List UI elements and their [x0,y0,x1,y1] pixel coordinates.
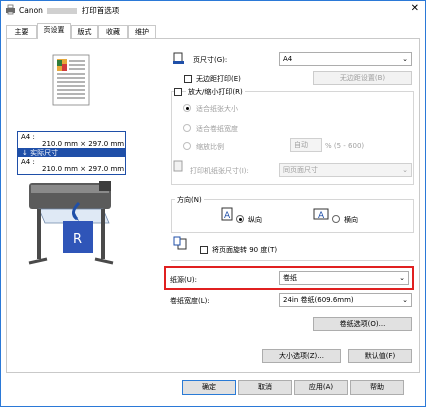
portrait-icon: A [221,207,233,221]
ratio-label: 缩放比例 [196,143,224,151]
size-line2-label: A4 : [21,158,35,166]
tab-favorites[interactable]: 收藏 [98,25,128,39]
chevron-down-icon: ⌄ [402,166,408,174]
paper-source-select[interactable]: 卷纸 ⌄ [279,271,409,285]
actual-size-label: ↓ 实际尺寸 [22,149,59,157]
rotate-checkbox[interactable] [200,246,208,254]
divider [171,260,414,261]
scale-checkbox[interactable] [174,88,182,96]
close-icon[interactable]: ✕ [411,3,419,14]
fit-roll-label: 适合卷纸宽度 [196,125,238,133]
roll-width-select[interactable]: 24in 卷纸(609.6mm) ⌄ [279,293,412,307]
tab-layout[interactable]: 版式 [71,25,98,39]
orientation-label: 方向(N) [175,195,204,205]
size-line1-label: A4 : [21,133,35,141]
window-title: Canon 打印首选项 [19,5,119,16]
title-redacted [47,8,78,14]
borderless-label: 无边距打印(E) [196,75,241,83]
size-line2-value: 210.0 mm × 297.0 mm [42,165,125,173]
landscape-radio[interactable] [332,215,340,223]
printer-illustration: R [17,177,126,273]
large-format-printer-icon: R [28,181,114,265]
svg-text:A: A [318,211,325,220]
fit-paper-label: 适合纸张大小 [196,105,238,113]
chevron-down-icon: ⌄ [402,55,408,63]
ratio-value: 自动 [294,141,308,149]
actual-size-bar: ↓ 实际尺寸 [18,148,125,157]
page-size-value: A4 [283,55,293,63]
printer-paper-value: 同页面尺寸 [283,166,318,174]
title-bar: Canon 打印首选项 ✕ [1,1,425,19]
page-size-icon [173,52,184,64]
printer-paper-icon [173,160,183,172]
apply-button[interactable]: 应用(A) [294,380,348,395]
printer-app-icon [6,4,15,15]
ratio-radio[interactable] [183,142,191,150]
printer-paper-label: 打印机纸张尺寸(I): [190,167,249,175]
defaults-button[interactable]: 默认值(F) [348,349,412,363]
tab-page-setup[interactable]: 页设置 [37,23,71,39]
page-size-select[interactable]: A4 ⌄ [279,52,412,66]
paper-source-label: 纸源(U): [170,276,197,284]
svg-text:A: A [224,211,231,221]
page-preview [17,47,126,135]
svg-text:R: R [73,232,82,247]
borderless-checkbox[interactable] [184,75,192,83]
tab-main[interactable]: 主要 [6,25,37,39]
rotate-label: 将页面旋转 90 度(T) [212,246,278,254]
rotate-page-icon [173,236,187,250]
roll-options-button[interactable]: 卷纸选项(O)... [313,317,412,331]
borderless-settings-button[interactable]: 无边距设置(B) [313,71,412,85]
size-line1-value: 210.0 mm × 297.0 mm [42,140,125,148]
page-thumbnail-icon [52,54,90,106]
size-options-button[interactable]: 大小选项(Z)... [262,349,341,363]
title-suffix: 打印首选项 [81,6,120,15]
scale-group-label: 放大/缩小打印(R) [186,87,245,97]
ratio-spinner[interactable]: 自动 [290,138,322,152]
cancel-button[interactable]: 取消 [238,380,292,395]
portrait-text: 纵向 [248,216,262,224]
page-size-label: 页尺寸(G): [193,56,228,64]
roll-width-value: 24in 卷纸(609.6mm) [283,296,354,304]
title-brand: Canon [19,6,43,15]
orientation-group [171,199,414,233]
size-info-box: A4 : 210.0 mm × 297.0 mm ↓ 实际尺寸 A4 : 210… [17,131,126,175]
fit-roll-radio[interactable] [183,124,191,132]
help-button[interactable]: 帮助 [350,380,404,395]
print-preferences-window: Canon 打印首选项 ✕ 主要 页设置 版式 收藏 维护 A4: 210.0… [0,0,426,407]
portrait-radio[interactable] [236,215,244,223]
landscape-icon: A [313,208,329,220]
printer-paper-select[interactable]: 同页面尺寸 ⌄ [279,163,412,177]
chevron-down-icon: ⌄ [402,296,408,304]
ratio-range: % (5 - 600) [325,142,365,150]
fit-paper-radio[interactable] [183,104,191,112]
roll-width-label: 卷纸宽度(L): [170,297,210,305]
landscape-text: 横向 [344,216,358,224]
ok-button[interactable]: 确定 [182,380,236,395]
tab-maintenance[interactable]: 维护 [128,25,156,39]
page-setup-panel: A4 : 210.0 mm × 297.0 mm ↓ 实际尺寸 A4 : 210… [6,38,420,373]
paper-source-value: 卷纸 [283,274,297,282]
chevron-down-icon: ⌄ [399,274,405,282]
